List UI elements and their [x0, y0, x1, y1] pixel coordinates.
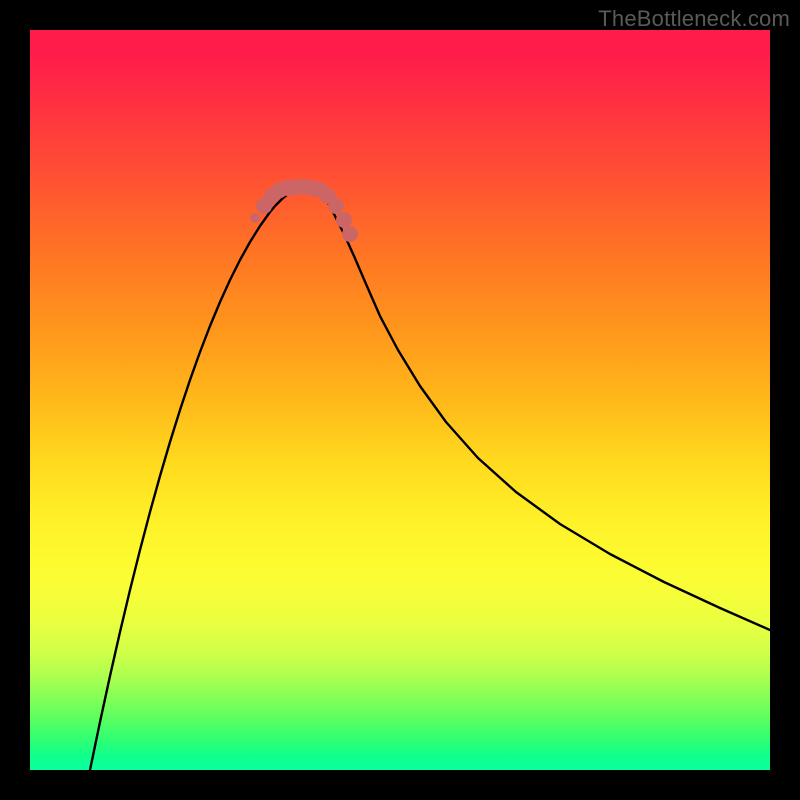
highlight-dot: [250, 213, 260, 223]
highlight-dot: [328, 198, 344, 214]
watermark-text: TheBottleneck.com: [598, 6, 790, 32]
highlight-dot: [342, 226, 358, 242]
chart-frame: TheBottleneck.com: [0, 0, 800, 800]
bottom-highlight-dots: [250, 179, 358, 242]
bottleneck-curve: [90, 187, 770, 770]
curve-layer: [30, 30, 770, 770]
plot-area: [30, 30, 770, 770]
highlight-dot: [336, 212, 352, 228]
